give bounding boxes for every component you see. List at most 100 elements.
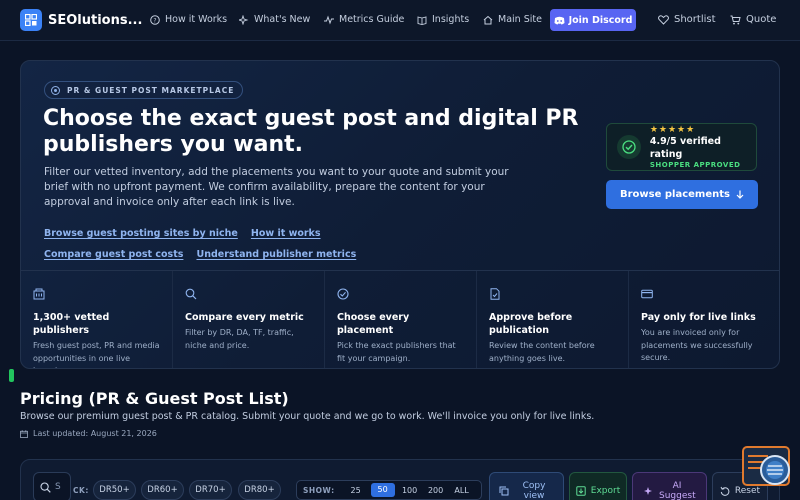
search-placeholder: S — [55, 482, 61, 492]
badge-label: PR & GUEST POST MARKETPLACE — [67, 85, 235, 95]
search-icon — [40, 481, 51, 493]
page-size-selector: SHOW: 25 50 100 200 ALL — [296, 480, 482, 500]
calendar-icon — [20, 429, 28, 438]
reset-icon — [720, 486, 730, 496]
brand-logo-icon — [20, 9, 42, 31]
nav-main-site[interactable]: Main Site — [483, 14, 542, 25]
building-icon — [33, 288, 45, 300]
cart-icon — [730, 15, 741, 24]
search-icon — [185, 288, 197, 300]
nav-metrics-guide[interactable]: Metrics Guide — [324, 14, 404, 25]
copy-view-button[interactable]: Copy view — [489, 472, 564, 500]
feature-title: 1,300+ vetted publishers — [33, 312, 110, 336]
arrow-down-icon — [736, 190, 744, 199]
brand-name: SEOlutions... — [48, 12, 143, 28]
show-option-all[interactable]: ALL — [449, 486, 475, 495]
rating-text: 4.9/5 verified rating — [649, 136, 721, 160]
feature-title: Pay only for live links — [641, 312, 756, 323]
show-option-25[interactable]: 25 — [343, 486, 369, 495]
discord-icon — [554, 16, 565, 24]
help-circle-icon: ? — [150, 14, 160, 25]
nav-label: Quote — [746, 14, 777, 25]
chip-dr80[interactable]: DR80+ — [238, 480, 281, 500]
nav-label: How it Works — [165, 14, 228, 25]
chip-dr50[interactable]: DR50+ — [93, 480, 136, 500]
book-icon — [417, 15, 427, 25]
feature-desc: Filter by DR, DA, TF, traffic, niche and… — [185, 328, 294, 350]
filter-toolbar: S CK: DR50+ DR60+ DR70+ DR80+ SHOW: 25 5… — [20, 459, 780, 500]
top-navigation: SEOlutions... ? How it Works What's New … — [0, 0, 800, 41]
feature-list: 1,300+ vetted publishers Fresh guest pos… — [21, 270, 779, 368]
nav-shortlist[interactable]: Shortlist — [658, 14, 716, 25]
quick-filter-label: CK: — [73, 486, 89, 495]
export-button[interactable]: Export — [569, 472, 627, 500]
feature-approve-publication: Approve before publication Review the co… — [477, 271, 629, 368]
export-label: Export — [590, 486, 621, 496]
marketplace-badge: PR & GUEST POST MARKETPLACE — [44, 81, 244, 99]
support-avatar-icon[interactable] — [760, 455, 790, 485]
ai-suggest-button[interactable]: AI Suggest — [632, 472, 707, 500]
feature-title: Choose every placement — [337, 312, 410, 336]
last-updated-text: Last updated: August 21, 2026 — [33, 429, 157, 438]
link-browse-by-niche[interactable]: Browse guest posting sites by niche — [44, 225, 238, 242]
chip-dr60[interactable]: DR60+ — [141, 480, 184, 500]
home-icon — [483, 15, 493, 24]
check-circle-icon — [337, 288, 349, 300]
nav-label: What's New — [254, 14, 311, 25]
sparkles-icon — [239, 14, 249, 25]
hero-description: Filter our vetted inventory, add the pla… — [44, 166, 509, 208]
pricing-title: Pricing (PR & Guest Post List) — [20, 389, 289, 408]
feature-vetted-publishers: 1,300+ vetted publishers Fresh guest pos… — [21, 271, 173, 368]
nav-how-it-works[interactable]: ? How it Works — [150, 14, 227, 25]
pricing-subtitle: Browse our premium guest post & PR catal… — [20, 411, 595, 422]
show-option-50[interactable]: 50 — [370, 483, 395, 497]
nav-whats-new[interactable]: What's New — [239, 14, 310, 25]
feedback-tab[interactable] — [9, 369, 14, 382]
feature-desc: You are invoiced only for placements we … — [641, 328, 753, 362]
target-icon — [51, 85, 60, 95]
nav-label: Main Site — [498, 14, 542, 25]
check-circle-icon — [617, 135, 641, 159]
verified-rating-card[interactable]: ★★★★★ 4.9/5 verified rating SHOPPER APPR… — [606, 123, 757, 171]
hero-section: PR & GUEST POST MARKETPLACE Choose the e… — [20, 60, 780, 369]
show-label: SHOW: — [303, 485, 335, 495]
feature-choose-placement: Choose every placement Pick the exact pu… — [325, 271, 477, 368]
feature-pay-live-links: Pay only for live links You are invoiced… — [629, 271, 779, 368]
credit-card-icon — [641, 289, 653, 299]
show-option-100[interactable]: 100 — [397, 486, 423, 495]
join-discord-button[interactable]: Join Discord — [550, 9, 636, 31]
search-input[interactable]: S — [33, 472, 71, 500]
hero-links: Browse guest posting sites by niche How … — [44, 221, 474, 263]
hero-title: Choose the exact guest post and digital … — [43, 106, 579, 157]
nav-insights[interactable]: Insights — [417, 14, 469, 25]
nav-label: Metrics Guide — [339, 14, 405, 25]
brand[interactable]: SEOlutions... — [20, 9, 148, 31]
star-rating-icon: ★★★★★ — [649, 125, 696, 135]
feature-desc: Pick the exact publishers that fit your … — [337, 341, 456, 363]
copy-icon — [499, 486, 509, 496]
heart-icon — [658, 14, 669, 25]
feature-desc: Review the content before anything goes … — [489, 341, 595, 363]
activity-icon — [324, 15, 334, 24]
feature-compare-metrics: Compare every metric Filter by DR, DA, T… — [173, 271, 325, 368]
show-option-200[interactable]: 200 — [423, 486, 449, 495]
rating-source: SHOPPER APPROVED — [649, 161, 741, 169]
link-how-it-works[interactable]: How it works — [251, 225, 321, 242]
sparkles-icon — [644, 487, 652, 495]
last-updated: Last updated: August 21, 2026 — [20, 429, 157, 438]
discord-label: Join Discord — [568, 14, 633, 26]
document-icon — [490, 288, 500, 300]
nav-label: Shortlist — [674, 14, 716, 25]
nav-quote[interactable]: Quote — [730, 14, 776, 25]
link-compare-costs[interactable]: Compare guest post costs — [44, 246, 183, 263]
svg-text:?: ? — [153, 17, 156, 24]
link-publisher-metrics[interactable]: Understand publisher metrics — [197, 246, 357, 263]
nav-label: Insights — [432, 14, 470, 25]
browse-label: Browse placements — [620, 189, 730, 200]
chip-dr70[interactable]: DR70+ — [189, 480, 232, 500]
ai-label: AI Suggest — [659, 481, 696, 500]
feature-title: Approve before publication — [489, 312, 573, 336]
copy-label: Copy view — [522, 481, 546, 500]
browse-placements-button[interactable]: Browse placements — [606, 180, 758, 209]
feature-desc: Fresh guest post, PR and media opportuni… — [33, 341, 160, 368]
